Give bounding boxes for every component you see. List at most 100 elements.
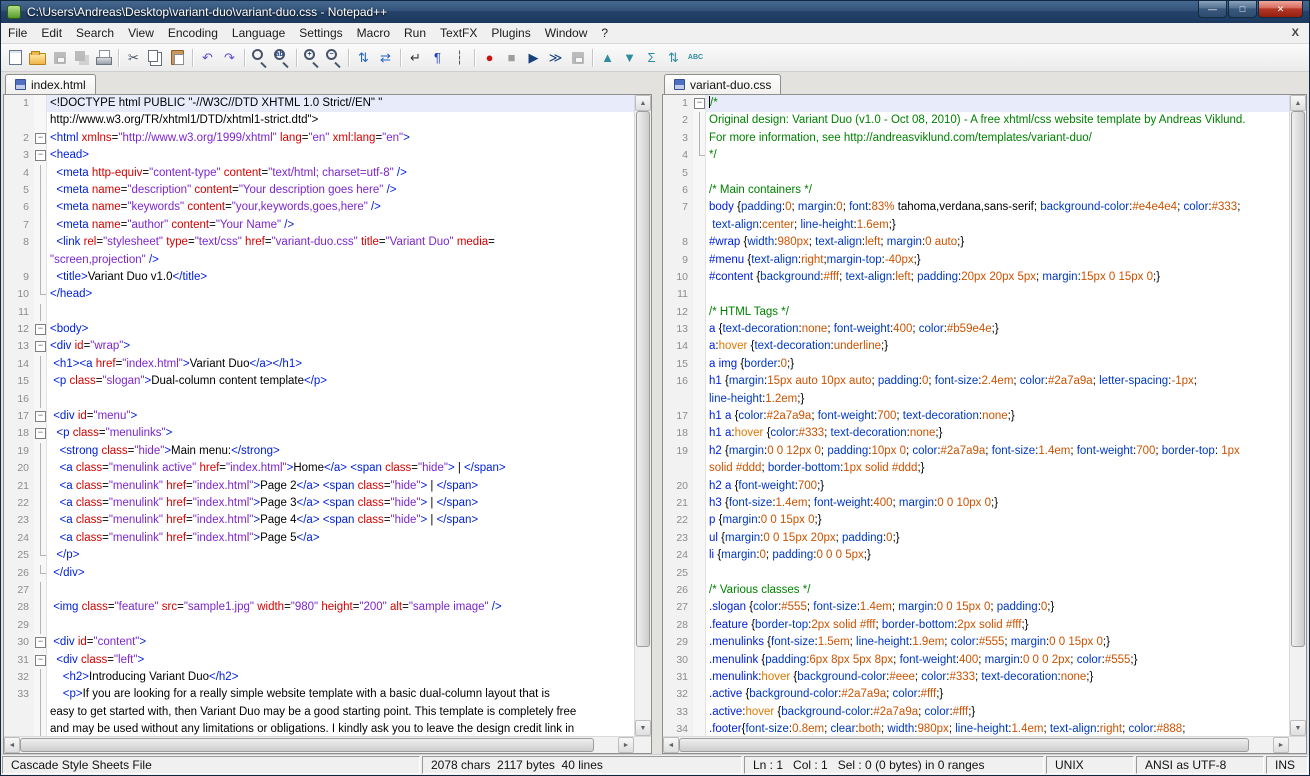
code-line[interactable]: 5 <meta name="description" content="Your… xyxy=(4,182,634,199)
title-bar[interactable]: C:\Users\Andreas\Desktop\variant-duo\var… xyxy=(1,1,1309,23)
code-line[interactable]: 14 <h1><a href="index.html">Variant Duo<… xyxy=(4,356,634,373)
menu-search[interactable]: Search xyxy=(69,23,121,43)
scrollbar-thumb[interactable] xyxy=(679,738,1249,752)
code-line[interactable]: 26/* Various classes */ xyxy=(663,582,1289,599)
scroll-left-button[interactable]: ◄ xyxy=(4,737,20,753)
code-line[interactable]: 24 <a class="menulink" href="index.html"… xyxy=(4,530,634,547)
menu-view[interactable]: View xyxy=(121,23,161,43)
menu-help[interactable]: ? xyxy=(594,23,615,43)
code-line[interactable]: 22 <a class="menulink" href="index.html"… xyxy=(4,495,634,512)
save-all-icon[interactable] xyxy=(71,47,92,68)
code-line[interactable]: 2<html xmlns="http://www.w3.org/1999/xht… xyxy=(4,130,634,147)
fold-toggle-icon[interactable] xyxy=(34,634,47,651)
fold-toggle-icon[interactable] xyxy=(34,652,47,669)
menu-close-document-button[interactable]: X xyxy=(1282,27,1309,39)
menu-settings[interactable]: Settings xyxy=(292,23,349,43)
scroll-down-button[interactable]: ▼ xyxy=(635,720,651,736)
replace-icon[interactable]: ab xyxy=(271,47,292,68)
fold-toggle-icon[interactable] xyxy=(34,408,47,425)
code-line[interactable]: 10#content {background:#fff; text-align:… xyxy=(663,269,1289,286)
left-horizontal-scrollbar[interactable]: ◄ ► xyxy=(4,736,651,753)
code-line[interactable]: http://www.w3.org/TR/xhtml1/DTD/xhtml1-s… xyxy=(4,112,634,129)
code-line[interactable]: 18h1 a:hover {color:#333; text-decoratio… xyxy=(663,425,1289,442)
scroll-up-button[interactable]: ▲ xyxy=(1290,95,1306,111)
undo-icon[interactable]: ↶ xyxy=(197,47,218,68)
redo-icon[interactable]: ↷ xyxy=(219,47,240,68)
code-line[interactable]: 12/* HTML Tags */ xyxy=(663,304,1289,321)
code-line[interactable]: 10</head> xyxy=(4,286,634,303)
code-line[interactable]: 14a:hover {text-decoration:underline;} xyxy=(663,338,1289,355)
menu-window[interactable]: Window xyxy=(538,23,595,43)
code-line[interactable]: 19 <strong class="hide">Main menu:</stro… xyxy=(4,443,634,460)
minimize-button[interactable]: — xyxy=(1198,1,1227,18)
menu-edit[interactable]: Edit xyxy=(34,23,69,43)
code-line[interactable]: 7 <meta name="author" content="Your Name… xyxy=(4,217,634,234)
code-line[interactable]: 15 <p class="slogan">Dual-column content… xyxy=(4,373,634,390)
code-line[interactable]: 2Original design: Variant Duo (v1.0 - Oc… xyxy=(663,112,1289,129)
menu-language[interactable]: Language xyxy=(225,23,292,43)
code-line[interactable]: 27.slogan {color:#555; font-size:1.4em; … xyxy=(663,599,1289,616)
code-line[interactable]: 7body {padding:0; margin:0; font:83% tah… xyxy=(663,199,1289,216)
menu-run[interactable]: Run xyxy=(397,23,433,43)
code-line[interactable]: 30 <div id="content"> xyxy=(4,634,634,651)
code-line[interactable]: 9#menu {text-align:right;margin-top:-40p… xyxy=(663,252,1289,269)
run-macro-multiple-times-icon[interactable]: ≫ xyxy=(545,47,566,68)
code-line[interactable]: 13a {text-decoration:none; font-weight:4… xyxy=(663,321,1289,338)
plugin-sum-icon[interactable]: Σ xyxy=(641,47,662,68)
scrollbar-track[interactable] xyxy=(20,737,618,753)
plugin-sort-icon[interactable]: ⇅ xyxy=(663,47,684,68)
code-line[interactable]: 15a img {border:0;} xyxy=(663,356,1289,373)
word-wrap-icon[interactable]: ↵ xyxy=(405,47,426,68)
right-vertical-scrollbar[interactable]: ▲ ▼ xyxy=(1289,95,1306,736)
scrollbar-thumb[interactable] xyxy=(636,111,650,647)
right-horizontal-scrollbar[interactable]: ◄ ► xyxy=(663,736,1306,753)
close-window-button[interactable]: ✕ xyxy=(1258,1,1303,18)
scroll-right-button[interactable]: ► xyxy=(618,737,634,753)
code-line[interactable]: 6 <meta name="keywords" content="your,ke… xyxy=(4,199,634,216)
scrollbar-thumb[interactable] xyxy=(1291,111,1305,647)
save-file-icon[interactable] xyxy=(49,47,70,68)
code-line[interactable]: solid #ddd; border-bottom:1px solid #ddd… xyxy=(663,460,1289,477)
code-line[interactable]: 8 <link rel="stylesheet" type="text/css"… xyxy=(4,234,634,251)
tab-variant-duo-css[interactable]: variant-duo.css xyxy=(664,74,781,94)
fold-toggle-icon[interactable] xyxy=(34,147,47,164)
right-code-area[interactable]: 1/*2Original design: Variant Duo (v1.0 -… xyxy=(663,95,1289,736)
plugin-move-down-icon[interactable]: ▼ xyxy=(619,47,640,68)
code-line[interactable]: 33.active:hover {background-color:#2a7a9… xyxy=(663,704,1289,721)
show-indent-guide-icon[interactable]: ┆ xyxy=(449,47,470,68)
code-line[interactable]: 29 xyxy=(4,617,634,634)
show-all-characters-icon[interactable]: ¶ xyxy=(427,47,448,68)
fold-toggle-icon[interactable] xyxy=(34,338,47,355)
code-line[interactable]: "screen,projection" /> xyxy=(4,252,634,269)
code-line[interactable]: 32.active {background-color:#2a7a9a; col… xyxy=(663,686,1289,703)
scrollbar-track[interactable] xyxy=(635,111,651,720)
fold-toggle-icon[interactable] xyxy=(693,95,706,112)
code-line[interactable]: line-height:1.2em;} xyxy=(663,391,1289,408)
print-icon[interactable] xyxy=(93,47,114,68)
menu-textfx[interactable]: TextFX xyxy=(433,23,484,43)
code-line[interactable]: 12<body> xyxy=(4,321,634,338)
code-line[interactable]: 31.menulink:hover {background-color:#eee… xyxy=(663,669,1289,686)
code-line[interactable]: 3For more information, see http://andrea… xyxy=(663,130,1289,147)
code-line[interactable]: 29.menulinks {font-size:1.5em; line-heig… xyxy=(663,634,1289,651)
code-line[interactable]: 30.menulink {padding:6px 8px 5px 8px; fo… xyxy=(663,652,1289,669)
code-line[interactable]: 28.feature {border-top:2px solid #fff; b… xyxy=(663,617,1289,634)
code-line[interactable]: 16h1 {margin:15px auto 10px auto; paddin… xyxy=(663,373,1289,390)
paste-icon[interactable] xyxy=(167,47,188,68)
code-line[interactable]: 19h2 {margin:0 0 12px 0; padding:10px 0;… xyxy=(663,443,1289,460)
code-line[interactable]: 1/* xyxy=(663,95,1289,112)
scroll-right-button[interactable]: ► xyxy=(1273,737,1289,753)
scrollbar-track[interactable] xyxy=(1290,111,1306,720)
pane-splitter[interactable] xyxy=(652,72,662,754)
tab-index-html[interactable]: index.html xyxy=(5,74,96,94)
scroll-left-button[interactable]: ◄ xyxy=(663,737,679,753)
code-line[interactable]: 13<div id="wrap"> xyxy=(4,338,634,355)
left-code-area[interactable]: 1<!DOCTYPE html PUBLIC "-//W3C//DTD XHTM… xyxy=(4,95,634,736)
open-file-icon[interactable] xyxy=(27,47,48,68)
code-line[interactable]: 22p {margin:0 0 15px 0;} xyxy=(663,512,1289,529)
code-line[interactable]: and may be used without any limitations … xyxy=(4,721,634,736)
new-file-icon[interactable] xyxy=(5,47,26,68)
code-line[interactable]: 25 xyxy=(663,565,1289,582)
code-line[interactable]: 31 <div class="left"> xyxy=(4,652,634,669)
code-line[interactable]: 23ul {margin:0 0 15px 20px; padding:0;} xyxy=(663,530,1289,547)
